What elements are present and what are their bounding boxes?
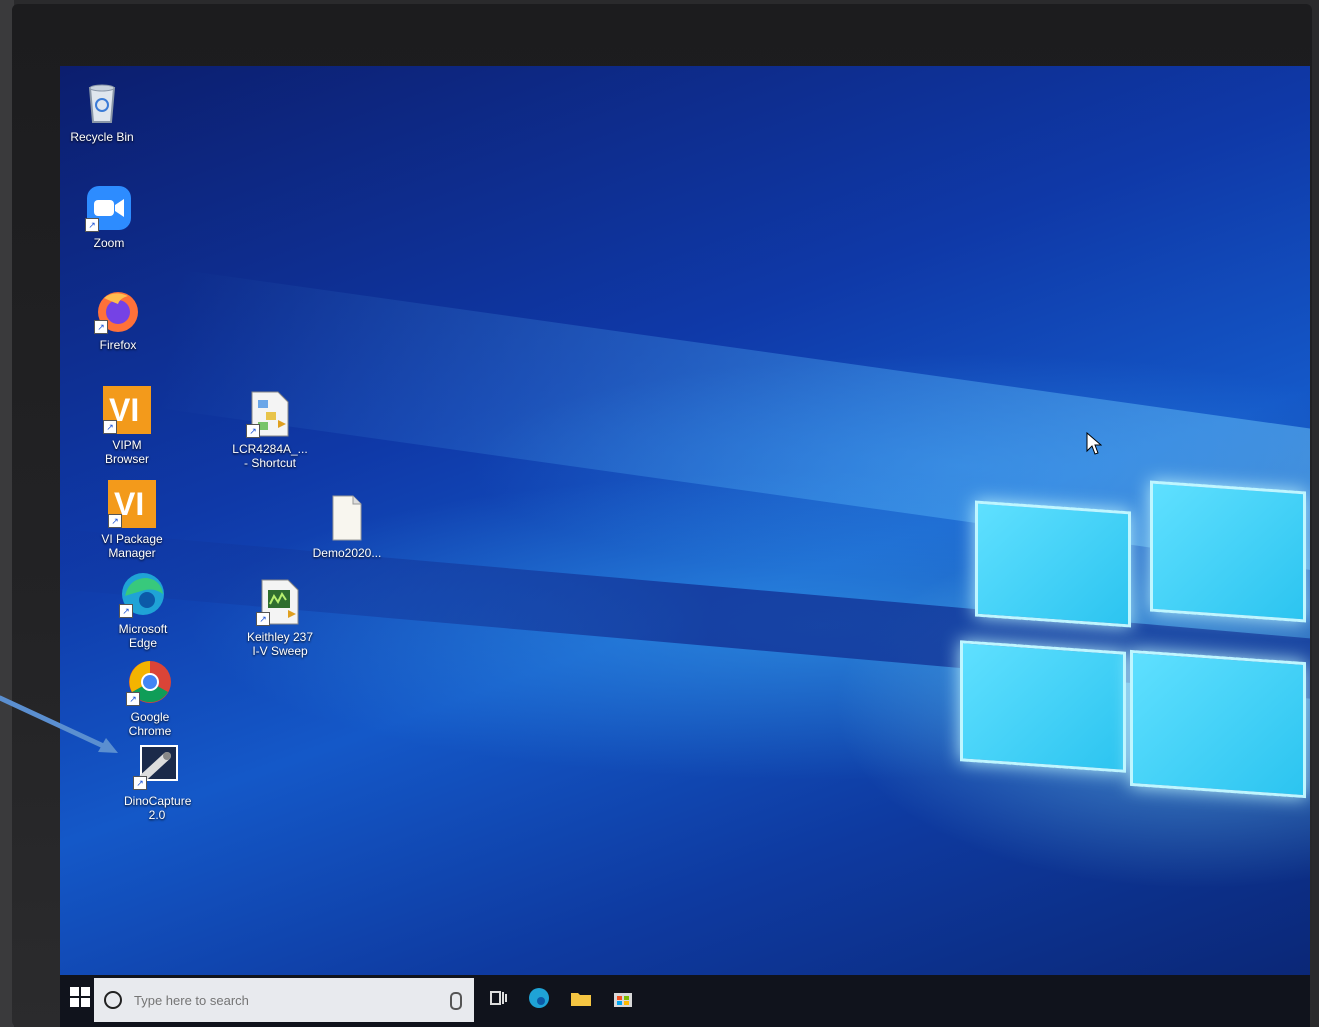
desktop-icon-vipm-browser[interactable]: VI ↗ VIPM Browser <box>82 386 172 466</box>
desktop: Recycle Bin ↗ Zoom ↗ Firefox VI ↗ VIPM B… <box>60 66 1310 1027</box>
desktop-icon-keithley-237[interactable]: ↗ Keithley 237 I-V Sweep <box>235 578 325 658</box>
labview-vi-icon: ↗ <box>256 578 304 626</box>
windows-logo-wallpaper <box>955 480 1310 826</box>
cortana-icon <box>104 991 122 1009</box>
desktop-icon-label: Recycle Bin <box>70 130 134 144</box>
desktop-icon-label: Keithley 237 I-V Sweep <box>246 630 314 658</box>
mouse-pointer-icon <box>1086 431 1103 461</box>
desktop-icon-label: Firefox <box>99 338 137 352</box>
taskbar <box>60 975 1310 1027</box>
desktop-icon-demo2020[interactable]: Demo2020... <box>302 494 392 560</box>
firefox-icon: ↗ <box>94 286 142 334</box>
labview-project-icon: ↗ <box>246 390 294 438</box>
desktop-icon-label: VI Package Manager <box>101 532 163 560</box>
shortcut-arrow-icon: ↗ <box>133 776 147 790</box>
desktop-icon-microsoft-edge[interactable]: ↗ Microsoft Edge <box>98 570 188 650</box>
desktop-icon-firefox[interactable]: ↗ Firefox <box>73 286 163 352</box>
desktop-icon-label: LCR4284A_... - Shortcut <box>232 442 308 470</box>
shortcut-arrow-icon: ↗ <box>85 218 99 232</box>
taskbar-search[interactable] <box>94 978 474 1022</box>
desktop-icon-recycle-bin[interactable]: Recycle Bin <box>60 78 147 144</box>
desktop-icon-label: DinoCapture 2.0 <box>124 794 192 822</box>
vipm-icon: VI ↗ <box>103 386 151 434</box>
shortcut-arrow-icon: ↗ <box>256 612 270 626</box>
task-view-icon[interactable] <box>488 987 510 1009</box>
desktop-icon-label: Demo2020... <box>312 546 382 560</box>
desktop-icon-label: VIPM Browser <box>104 438 149 466</box>
zoom-icon: ↗ <box>85 184 133 232</box>
vi-package-manager-icon: VI ↗ <box>108 480 156 528</box>
annotation-arrow-icon <box>0 695 118 753</box>
desktop-icon-zoom[interactable]: ↗ Zoom <box>64 184 154 250</box>
shortcut-arrow-icon: ↗ <box>119 604 133 618</box>
shortcut-arrow-icon: ↗ <box>94 320 108 334</box>
file-explorer-icon[interactable] <box>570 987 592 1009</box>
edge-icon: ↗ <box>119 570 167 618</box>
shortcut-arrow-icon: ↗ <box>246 424 260 438</box>
shortcut-arrow-icon: ↗ <box>108 514 122 528</box>
shortcut-arrow-icon: ↗ <box>103 420 117 434</box>
store-icon[interactable] <box>612 987 634 1009</box>
desktop-icon-lcr4284a-shortcut[interactable]: ↗ LCR4284A_... - Shortcut <box>225 390 315 470</box>
dinocapture-icon: ↗ <box>133 742 181 790</box>
desktop-icon-vi-package-manager[interactable]: VI ↗ VI Package Manager <box>87 480 177 560</box>
file-icon <box>323 494 371 542</box>
search-input[interactable] <box>132 991 386 1009</box>
start-button[interactable] <box>70 987 90 1007</box>
microphone-icon[interactable] <box>450 992 462 1010</box>
edge-taskbar-icon[interactable] <box>528 987 550 1009</box>
recycle-bin-icon <box>78 78 126 126</box>
desktop-icon-label: Microsoft Edge <box>118 622 168 650</box>
desktop-icon-label: Zoom <box>93 236 125 250</box>
